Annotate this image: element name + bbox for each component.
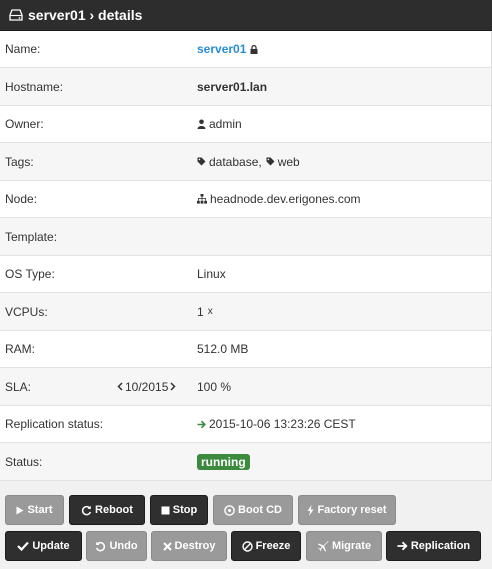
vcpus-unit: x — [207, 306, 213, 317]
details-table: Name: server01 Hostname: server01.lan Ow… — [0, 31, 492, 481]
boot-cd-button[interactable]: Boot CD — [213, 495, 293, 525]
value-ram: 512.0 MB — [197, 342, 249, 356]
sla-period: 10/2015 — [125, 379, 169, 394]
value-replication: 2015-10-06 13:23:26 CEST — [209, 417, 356, 431]
value-ostype: Linux — [197, 267, 226, 281]
bolt-icon — [307, 504, 314, 516]
value-hostname: server01.lan — [197, 79, 268, 94]
undo-icon — [95, 541, 106, 552]
label-tags: Tags: — [5, 154, 34, 169]
label-status: Status: — [5, 454, 43, 469]
label-replication: Replication status: — [5, 417, 104, 431]
row-sla: SLA: 10/2015 100 % — [0, 368, 491, 406]
value-vcpus-wrap: 1 x — [197, 305, 213, 319]
sitemap-icon — [197, 194, 207, 204]
freeze-button[interactable]: Freeze — [231, 531, 301, 561]
label-sla: SLA: — [5, 379, 32, 394]
page-header: server01 › details — [0, 0, 492, 31]
stop-button-label: Stop — [172, 504, 198, 516]
replication-button-label: Replication — [410, 540, 471, 552]
value-node-wrap: headnode.dev.erigones.com — [197, 192, 361, 206]
reboot-button[interactable]: Reboot — [69, 495, 145, 525]
start-button[interactable]: Start — [5, 495, 64, 525]
freeze-button-label: Freeze — [255, 540, 291, 552]
reboot-button-label: Reboot — [95, 504, 133, 516]
boot-cd-button-label: Boot CD — [238, 504, 282, 516]
update-button-label: Update — [32, 540, 70, 552]
label-ram: RAM: — [5, 342, 35, 356]
chevron-right-icon[interactable] — [170, 380, 176, 394]
status-wrap: running — [197, 453, 250, 470]
undo-button-label: Undo — [109, 540, 138, 552]
value-tags-wrap: database, web — [197, 155, 300, 169]
status-badge: running — [197, 453, 250, 470]
label-template: Template: — [5, 229, 58, 244]
value-name-wrap: server01 — [197, 42, 261, 56]
migrate-button[interactable]: Migrate — [306, 531, 382, 561]
migrate-button-label: Migrate — [331, 540, 372, 552]
label-name: Name: — [5, 42, 41, 56]
label-node: Node: — [5, 192, 38, 206]
undo-button[interactable]: Undo — [86, 531, 147, 561]
page-title: server01 › details — [28, 7, 143, 23]
stop-button[interactable]: Stop — [150, 495, 208, 525]
tag-icon — [266, 157, 275, 166]
start-button-label: Start — [27, 504, 53, 516]
row-template: Template: — [0, 218, 491, 256]
row-ostype: OS Type: Linux — [0, 256, 491, 293]
check-icon — [17, 541, 30, 551]
row-tags: Tags: database, web — [0, 143, 491, 181]
play-icon — [16, 506, 24, 515]
value-vcpus: 1 — [197, 304, 204, 319]
label-vcpus: VCPUs: — [5, 304, 48, 319]
destroy-button[interactable]: Destroy — [151, 531, 227, 561]
stop-icon — [161, 506, 170, 515]
arrow-right-icon — [197, 420, 206, 429]
ban-icon — [241, 540, 253, 552]
tag-database[interactable]: database, — [209, 155, 262, 169]
replication-button[interactable]: Replication — [386, 531, 481, 561]
value-owner: admin — [209, 117, 242, 131]
update-button[interactable]: Update — [5, 531, 82, 561]
row-vcpus: VCPUs: 1 x — [0, 293, 491, 331]
chevron-left-icon[interactable] — [117, 380, 123, 394]
tag-web[interactable]: web — [278, 155, 300, 169]
label-ostype: OS Type: — [5, 267, 55, 281]
hdd-icon — [9, 9, 23, 21]
row-replication: Replication status: 2015-10-06 13:23:26 … — [0, 406, 491, 443]
value-replication-wrap: 2015-10-06 13:23:26 CEST — [197, 417, 356, 431]
plane-icon — [317, 540, 329, 552]
close-icon — [162, 541, 172, 551]
row-name: Name: server01 — [0, 31, 491, 68]
server-name-link[interactable]: server01 — [197, 42, 246, 56]
row-status: Status: running — [0, 443, 491, 481]
destroy-button-label: Destroy — [174, 540, 216, 552]
value-owner-wrap: admin — [197, 117, 242, 131]
refresh-icon — [81, 505, 92, 516]
row-node: Node: headnode.dev.erigones.com — [0, 181, 491, 218]
sla-period-nav: 10/2015 — [117, 380, 176, 394]
tag-icon — [197, 157, 206, 166]
factory-reset-button-label: Factory reset — [317, 504, 387, 516]
row-hostname: Hostname: server01.lan — [0, 68, 491, 106]
lock-icon — [250, 44, 258, 54]
row-ram: RAM: 512.0 MB — [0, 331, 491, 368]
value-node: headnode.dev.erigones.com — [210, 192, 361, 206]
label-owner: Owner: — [5, 117, 44, 131]
row-owner: Owner: admin — [0, 106, 491, 143]
action-toolbar: Start Reboot Stop Boot CD Factory reset … — [0, 481, 492, 569]
label-hostname: Hostname: — [5, 79, 64, 94]
arrow-right-icon — [397, 541, 408, 551]
user-icon — [197, 119, 206, 129]
value-sla: 100 % — [197, 379, 232, 394]
disc-icon — [224, 504, 235, 516]
factory-reset-button[interactable]: Factory reset — [298, 495, 396, 525]
